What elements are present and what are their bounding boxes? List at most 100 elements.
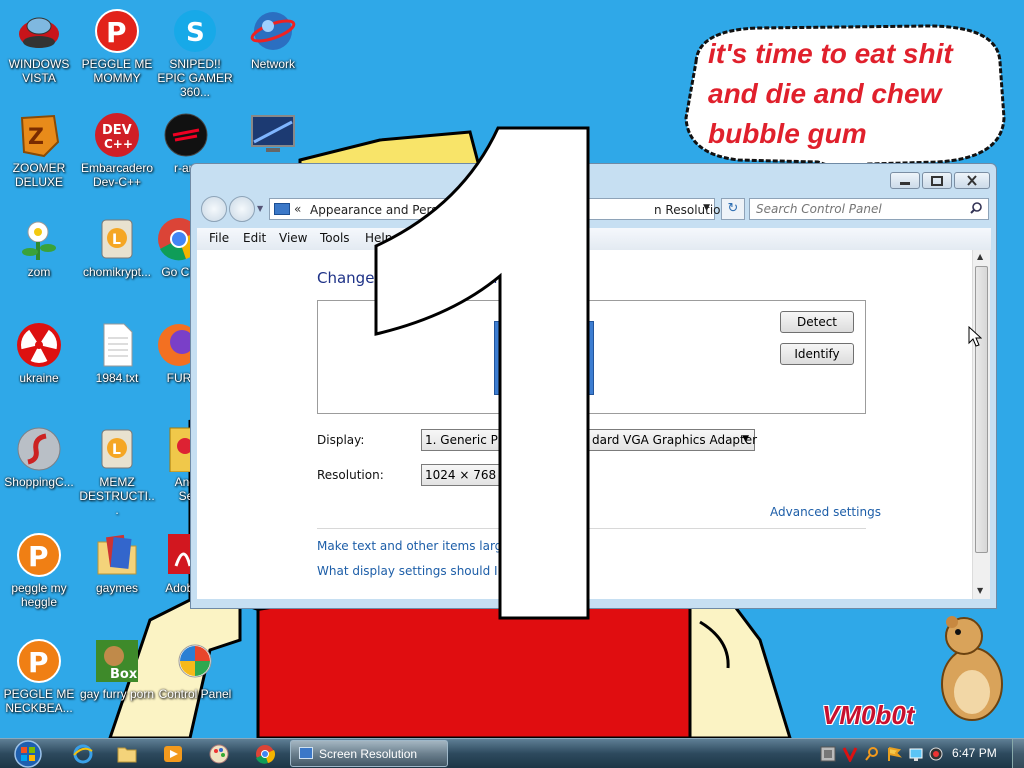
svg-text:Z: Z — [28, 125, 44, 150]
recent-pages-chevron-icon[interactable]: ▼ — [257, 204, 263, 213]
desktop-icon-label: ukraine — [19, 371, 59, 385]
scroll-up-icon[interactable]: ▲ — [977, 252, 983, 261]
desktop-icon-sniped[interactable]: S SNIPED!! EPIC GAMER 360... — [156, 8, 234, 99]
control-panel-icon — [274, 203, 290, 215]
mouse-cursor-icon — [968, 326, 982, 347]
taskbar: Screen Resolution 6:47 PM — [0, 738, 1024, 768]
lock-app-icon: L — [94, 216, 140, 262]
desktop-icon-network[interactable]: Network — [234, 8, 312, 71]
desktop-icon-label: gaymes — [95, 581, 139, 595]
show-desktop-button[interactable] — [1012, 739, 1024, 768]
volume-icon[interactable] — [928, 746, 944, 762]
desktop-icon-zoomer-deluxe[interactable]: Z ZOOMER DELUXE — [0, 112, 78, 189]
clock[interactable]: 6:47 PM — [952, 746, 997, 760]
taskbar-item-screen-resolution[interactable]: Screen Resolution — [290, 740, 448, 767]
svg-text:DEV: DEV — [102, 123, 132, 138]
red-car-icon — [16, 8, 62, 54]
forward-button[interactable] — [229, 196, 255, 222]
advanced-settings-link[interactable]: Advanced settings — [770, 505, 881, 519]
desktop-icon-label: Network — [250, 57, 295, 71]
desktop-icon-monitor-app[interactable] — [234, 112, 312, 161]
flash-icon — [16, 426, 62, 472]
start-button[interactable] — [8, 740, 46, 768]
scroll-thumb[interactable] — [975, 266, 988, 553]
zoomer-icon: Z — [16, 112, 62, 158]
desktop-icon-label: peggle my heggle — [11, 581, 67, 609]
desktop-icon-gay-furry[interactable]: Box gay furry porn — [78, 638, 156, 701]
desktop-icon-label: ShoppingC... — [4, 475, 74, 489]
desktop-icon-1984-txt[interactable]: 1984.txt — [78, 322, 156, 385]
desktop-icon-label: ZOOMER DELUXE — [12, 161, 66, 189]
menu-view[interactable]: View — [279, 231, 307, 245]
taskbar-item-label: Screen Resolution — [319, 747, 418, 761]
page-title: Change — [317, 269, 375, 287]
text-file-icon — [94, 322, 140, 368]
address-overflow-chevron[interactable]: « — [294, 202, 301, 216]
search-icon[interactable] — [970, 202, 982, 214]
desktop-icon-label: MEMZ DESTRUCTI... — [79, 475, 155, 517]
desktop-icon-label: 1984.txt — [95, 371, 139, 385]
identify-button[interactable]: Identify — [780, 343, 854, 365]
control-panel-icon — [172, 638, 218, 684]
desktop-icon-shopping[interactable]: ShoppingC... — [0, 426, 78, 489]
desktop-icon-label: SNIPED!! EPIC GAMER 360... — [157, 57, 233, 99]
desktop-icon-peggle-me-mommy[interactable]: P PEGGLE ME MOMMY — [78, 8, 156, 85]
desktop-icon-chomikrypt[interactable]: L chomikrypt... — [78, 216, 156, 279]
flag-icon[interactable] — [886, 746, 902, 762]
scroll-down-icon[interactable]: ▼ — [977, 586, 983, 595]
media-player-icon[interactable] — [162, 743, 184, 765]
paint-icon[interactable] — [208, 743, 230, 765]
restore-icon — [931, 176, 943, 186]
lock-app-icon: L — [94, 426, 140, 472]
back-button[interactable] — [201, 196, 227, 222]
desktop-icon-memz[interactable]: L MEMZ DESTRUCTI... — [78, 426, 156, 517]
display-label: Display: — [317, 433, 365, 447]
desktop-icon-gaymes[interactable]: gaymes — [78, 532, 156, 595]
desktop-icon-label: zom — [27, 265, 51, 279]
folder-icon — [94, 532, 140, 578]
antivirus-icon[interactable] — [842, 746, 858, 762]
peggle-icon: P — [16, 532, 62, 578]
refresh-button[interactable]: ↻ — [721, 198, 745, 220]
svg-text:P: P — [28, 540, 49, 573]
search-tray-icon[interactable] — [864, 746, 880, 762]
svg-text:P: P — [106, 16, 127, 49]
close-button[interactable] — [954, 172, 990, 189]
vertical-scrollbar[interactable]: ▲ ▼ — [972, 250, 990, 599]
svg-text:P: P — [28, 646, 49, 679]
menu-bar: File Edit View Tools Help — [197, 228, 991, 250]
desktop-icon-label: PEGGLE ME NECKBEA... — [3, 687, 75, 715]
desktop-icon-control-panel[interactable]: Control Panel — [156, 638, 234, 701]
desktop-icon-peggle-my-heggle[interactable]: P peggle my heggle — [0, 532, 78, 609]
detect-button[interactable]: Detect — [780, 311, 854, 333]
restore-button[interactable] — [922, 172, 952, 189]
minimize-icon — [900, 182, 910, 185]
internet-explorer-icon[interactable] — [72, 743, 94, 765]
tray-app-icon[interactable] — [820, 746, 836, 762]
desktop-icon-label: PEGGLE ME MOMMY — [81, 57, 153, 85]
minimize-button[interactable] — [890, 172, 920, 189]
desktop-icon-zom[interactable]: zom — [0, 216, 78, 279]
search-box[interactable] — [749, 198, 989, 220]
address-dropdown-icon[interactable]: ▼ — [703, 203, 710, 213]
network-tray-icon[interactable] — [908, 746, 924, 762]
desktop-icon-windows-vista[interactable]: WINDOWS VISTA — [0, 8, 78, 85]
chrome-icon[interactable] — [254, 743, 276, 765]
big-number-one — [374, 126, 590, 620]
desktop-icon-label: chomikrypt... — [82, 265, 151, 279]
navigation-row: ▼ « Appearance and Personaliz n Resoluti… — [199, 196, 989, 222]
radiation-icon — [16, 322, 62, 368]
skype-icon: S — [172, 8, 218, 54]
menu-file[interactable]: File — [209, 231, 229, 245]
desktop-icon-devcpp[interactable]: DEV C++ Embarcadero Dev-C++ — [78, 112, 156, 189]
desktop-icon-ukraine[interactable]: ukraine — [0, 322, 78, 385]
folder-icon[interactable] — [116, 743, 138, 765]
menu-edit[interactable]: Edit — [243, 231, 266, 245]
search-input[interactable] — [756, 200, 966, 218]
svg-text:S: S — [186, 18, 205, 48]
plant-icon — [16, 216, 62, 262]
breadcrumb-screen-resolution[interactable]: n Resolution — [654, 203, 728, 217]
menu-tools[interactable]: Tools — [320, 231, 350, 245]
desktop-icon-label: WINDOWS VISTA — [8, 57, 70, 85]
desktop-icon-peggle-neckbeard[interactable]: P PEGGLE ME NECKBEA... — [0, 638, 78, 715]
